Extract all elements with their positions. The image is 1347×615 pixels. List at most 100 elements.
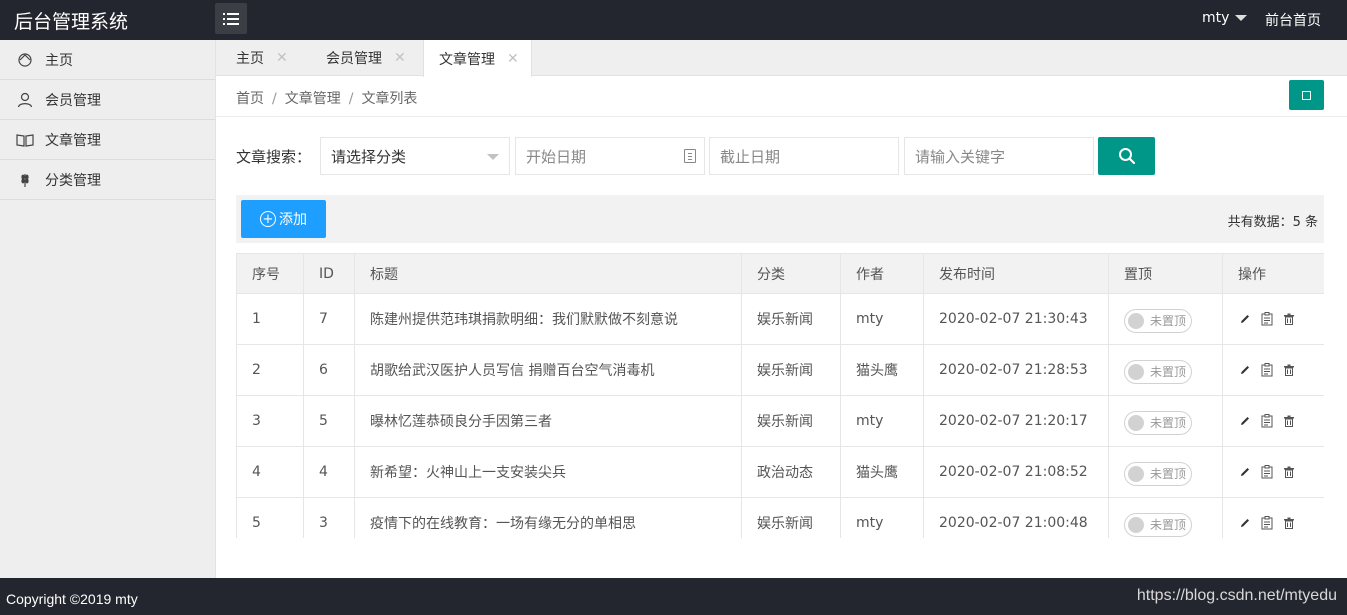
sidebar-item-label: 分类管理 [45,172,101,189]
close-icon[interactable]: ✕ [507,51,519,67]
user-menu[interactable]: mty [1202,10,1248,26]
cell-id: 5 [303,395,355,447]
breadcrumb-article-list: 文章列表 [361,91,418,107]
front-home-link[interactable]: 前台首页 [1265,10,1321,30]
breadcrumb: 首页 / 文章管理 / 文章列表 [236,91,418,107]
user-name: mty [1202,10,1230,26]
tab-label: 文章管理 [439,51,495,68]
search-button[interactable] [1098,137,1155,175]
toggle-label: 未置顶 [1150,416,1187,430]
pin-toggle[interactable]: 未置顶 [1124,512,1192,537]
cell-category: 政治动态 [741,446,841,498]
trash-icon[interactable] [1282,312,1296,326]
keyword-placeholder: 请输入关键字 [915,147,1006,166]
chevron-down-icon [487,154,499,160]
cell-title: 胡歌给武汉医护人员写信 捐赠百台空气消毒机 [354,344,742,396]
cell-category: 娱乐新闻 [741,293,841,345]
cell-title: 新希望：火神山上一支安装尖兵 [354,446,742,498]
start-date-placeholder: 开始日期 [526,147,587,166]
toggle-knob [1128,465,1144,482]
sidebar-item-home[interactable]: 主页 [0,40,215,80]
cell-author: mty [840,395,924,447]
cell-top: 未置顶 [1108,395,1223,447]
book-icon [16,131,34,149]
header-category: 分类 [741,253,841,294]
copyright: Copyright ©2019 mty [6,591,138,607]
tab-members[interactable]: 会员管理 ✕ [306,40,418,76]
main-content: 主页 ✕ 会员管理 ✕ 文章管理 ✕ 首页 / 文章管理 / 文章列表 文章搜索： 请选… [216,40,1347,578]
header-id: ID [303,253,355,294]
refresh-button[interactable] [1289,80,1324,110]
clipboard-icon[interactable] [1260,312,1274,326]
tab-bar: 主页 ✕ 会员管理 ✕ 文章管理 ✕ [216,40,1347,77]
cell-author: mty [840,293,924,345]
pin-toggle[interactable]: 未置顶 [1124,308,1192,333]
add-button-label: 添加 [279,212,307,228]
category-select[interactable]: 请选择分类 [320,137,510,175]
tab-label: 会员管理 [326,51,382,67]
breadcrumb-home[interactable]: 首页 [236,91,264,107]
tab-home[interactable]: 主页 ✕ [216,40,300,76]
header-author: 作者 [840,253,924,294]
end-date-input[interactable]: 截止日期 [709,137,899,175]
cell-time: 2020-02-07 21:00:48 [923,497,1109,538]
user-icon [16,91,34,109]
cell-time: 2020-02-07 21:28:53 [923,344,1109,396]
toggle-knob [1128,363,1144,380]
table-row: 1 7 陈建州提供范玮琪捐款明细：我们默默做不刻意说 娱乐新闻 mty 2020-02-0… [236,293,1324,345]
cell-time: 2020-02-07 21:20:17 [923,395,1109,447]
sidebar: 主页 会员管理 文章管理 分类管理 [0,40,216,578]
edit-icon[interactable] [1238,516,1252,530]
clipboard-icon[interactable] [1260,465,1274,479]
add-article-button[interactable]: + 添加 [241,200,326,238]
sidebar-item-categories[interactable]: 分类管理 [0,160,215,200]
keyword-input[interactable]: 请输入关键字 [904,137,1094,175]
clipboard-icon[interactable] [1260,363,1274,377]
cell-author: mty [840,497,924,538]
end-date-placeholder: 截止日期 [720,147,781,166]
app-logo: 后台管理系统 [14,11,129,33]
cell-category: 娱乐新闻 [741,497,841,538]
close-icon[interactable]: ✕ [394,50,406,66]
edit-icon[interactable] [1238,465,1252,479]
breadcrumb-articles[interactable]: 文章管理 [285,91,341,107]
cell-author: 猫头鹰 [840,344,924,396]
cell-category: 娱乐新闻 [741,395,841,447]
tab-articles[interactable]: 文章管理 ✕ [423,40,532,77]
cell-id: 7 [303,293,355,345]
cell-actions [1222,395,1324,447]
sidebar-item-label: 会员管理 [45,92,101,109]
trash-icon[interactable] [1282,414,1296,428]
edit-icon[interactable] [1238,363,1252,377]
clipboard-icon[interactable] [1260,414,1274,428]
article-table: 序号 ID 标题 分类 作者 发布时间 置顶 操作 1 7 陈建州提供范玮琪捐款明细… [236,253,1324,538]
footer: Copyright ©2019 mty https://blog.csdn.ne… [0,578,1347,615]
pin-toggle[interactable]: 未置顶 [1124,461,1192,486]
cell-title: 陈建州提供范玮琪捐款明细：我们默默做不刻意说 [354,293,742,345]
cell-top: 未置顶 [1108,293,1223,345]
cell-top: 未置顶 [1108,344,1223,396]
cell-category: 娱乐新闻 [741,344,841,396]
trash-icon[interactable] [1282,516,1296,530]
sidebar-item-members[interactable]: 会员管理 [0,80,215,120]
toggle-label: 未置顶 [1150,518,1187,532]
pin-toggle[interactable]: 未置顶 [1124,359,1192,384]
category-select-value: 请选择分类 [331,147,407,166]
caret-down-icon [1235,15,1248,21]
table-header-row: 序号 ID 标题 分类 作者 发布时间 置顶 操作 [236,253,1324,294]
pin-toggle[interactable]: 未置顶 [1124,410,1192,435]
trash-icon[interactable] [1282,465,1296,479]
start-date-input[interactable]: 开始日期 [515,137,705,175]
cell-actions [1222,497,1324,538]
sidebar-item-articles[interactable]: 文章管理 [0,120,215,160]
close-icon[interactable]: ✕ [276,50,288,66]
divider [216,116,1347,117]
search-label: 文章搜索： [236,148,312,166]
edit-icon[interactable] [1238,312,1252,326]
edit-icon[interactable] [1238,414,1252,428]
menu-toggle-button[interactable] [215,3,247,34]
header-index: 序号 [236,253,304,294]
clipboard-icon[interactable] [1260,516,1274,530]
cell-index: 1 [236,293,304,345]
trash-icon[interactable] [1282,363,1296,377]
